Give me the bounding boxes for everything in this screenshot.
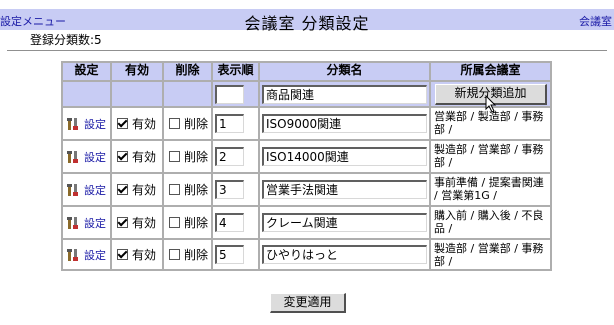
order-cell: 5 [213, 240, 258, 269]
column-header-enabled: 有効 [112, 63, 162, 80]
delete-label: 削除 [184, 150, 209, 164]
enabled-label: 有効 [132, 183, 157, 197]
delete-cell: 削除 [164, 108, 211, 139]
column-header-order: 表示順 [213, 63, 258, 80]
order-cell: 1 [213, 108, 258, 139]
enabled-cell: 有効 [112, 108, 162, 139]
settings-cell: 設定 [63, 141, 110, 172]
category-name-input[interactable]: ISO14000関連 [262, 147, 427, 166]
settings-cell: 設定 [63, 174, 110, 205]
enabled-cell: 有効 [112, 141, 162, 172]
order-cell: 4 [213, 207, 258, 238]
new-row-blank [112, 82, 162, 106]
title-bar: 設定メニュー 会議室 分類設定 会議室 [0, 9, 614, 33]
delete-cell: 削除 [164, 240, 211, 269]
enabled-checkbox[interactable] [117, 249, 128, 260]
order-input[interactable]: 1 [215, 114, 244, 133]
apply-changes-button[interactable]: 変更適用 [270, 293, 346, 313]
enabled-label: 有効 [132, 150, 157, 164]
delete-label: 削除 [184, 117, 209, 131]
delete-checkbox[interactable] [169, 118, 180, 129]
column-header-settings: 設定 [63, 63, 110, 80]
enabled-cell: 有効 [112, 207, 162, 238]
rooms-cell: 事前準備 / 提案書関連 / 営業第1G / [431, 174, 550, 205]
settings-link[interactable]: 設定 [84, 182, 106, 198]
delete-label: 削除 [184, 248, 209, 262]
order-input[interactable]: 3 [215, 180, 244, 199]
order-cell: 2 [213, 141, 258, 172]
settings-cell: 設定 [63, 108, 110, 139]
delete-label: 削除 [184, 183, 209, 197]
order-input[interactable]: 4 [215, 213, 244, 232]
order-input[interactable]: 2 [215, 147, 244, 166]
category-name-input[interactable]: 営業手法関連 [262, 180, 427, 199]
column-header-delete: 削除 [164, 63, 211, 80]
tools-icon [67, 150, 78, 163]
new-order-input[interactable] [215, 85, 244, 104]
column-header-name: 分類名 [260, 63, 429, 80]
settings-link[interactable]: 設定 [84, 215, 106, 231]
rooms-cell: 購入前 / 購入後 / 不良品 / [431, 207, 550, 238]
category-name-input[interactable]: クレーム関連 [262, 213, 427, 232]
order-cell: 3 [213, 174, 258, 205]
enabled-checkbox[interactable] [117, 184, 128, 195]
new-row-name-cell: 商品関連 [260, 82, 429, 106]
settings-link[interactable]: 設定 [84, 116, 106, 132]
name-cell: 営業手法関連 [260, 174, 429, 205]
rooms-cell: 製造部 / 営業部 / 事務部 / [431, 240, 550, 269]
mouse-cursor-icon [485, 95, 497, 113]
order-input[interactable]: 5 [215, 245, 244, 264]
enabled-label: 有効 [132, 248, 157, 262]
delete-checkbox[interactable] [169, 249, 180, 260]
tools-icon [67, 248, 78, 261]
rooms-cell: 製造部 / 営業部 / 事務部 / [431, 141, 550, 172]
name-cell: クレーム関連 [260, 207, 429, 238]
new-row-order-cell [213, 82, 258, 106]
enabled-cell: 有効 [112, 240, 162, 269]
category-count: 登録分類数:5 [30, 33, 102, 47]
name-cell: ISO9000関連 [260, 108, 429, 139]
delete-cell: 削除 [164, 174, 211, 205]
delete-cell: 削除 [164, 207, 211, 238]
name-cell: ひやりはっと [260, 240, 429, 269]
divider [7, 50, 607, 51]
meeting-room-link[interactable]: 会議室 [579, 13, 612, 29]
new-row-blank [63, 82, 110, 106]
category-name-input[interactable]: ひやりはっと [262, 245, 427, 264]
new-row-blank [164, 82, 211, 106]
enabled-checkbox[interactable] [117, 151, 128, 162]
settings-link[interactable]: 設定 [84, 149, 106, 165]
tools-icon [67, 117, 78, 130]
delete-label: 削除 [184, 216, 209, 230]
settings-cell: 設定 [63, 207, 110, 238]
enabled-cell: 有効 [112, 174, 162, 205]
category-name-input[interactable]: ISO9000関連 [262, 114, 427, 133]
enabled-checkbox[interactable] [117, 118, 128, 129]
column-header-rooms: 所属会議室 [431, 63, 550, 80]
enabled-checkbox[interactable] [117, 217, 128, 228]
enabled-label: 有効 [132, 117, 157, 131]
tools-icon [67, 183, 78, 196]
delete-checkbox[interactable] [169, 151, 180, 162]
category-table: 設定 有効 削除 表示順 分類名 所属会議室 商品関連 新規分類追加 設定 有効… [61, 61, 552, 271]
settings-cell: 設定 [63, 240, 110, 269]
enabled-label: 有効 [132, 216, 157, 230]
name-cell: ISO14000関連 [260, 141, 429, 172]
delete-checkbox[interactable] [169, 217, 180, 228]
delete-checkbox[interactable] [169, 184, 180, 195]
settings-link[interactable]: 設定 [84, 247, 106, 263]
tools-icon [67, 216, 78, 229]
new-category-name-input[interactable]: 商品関連 [262, 85, 427, 104]
delete-cell: 削除 [164, 141, 211, 172]
